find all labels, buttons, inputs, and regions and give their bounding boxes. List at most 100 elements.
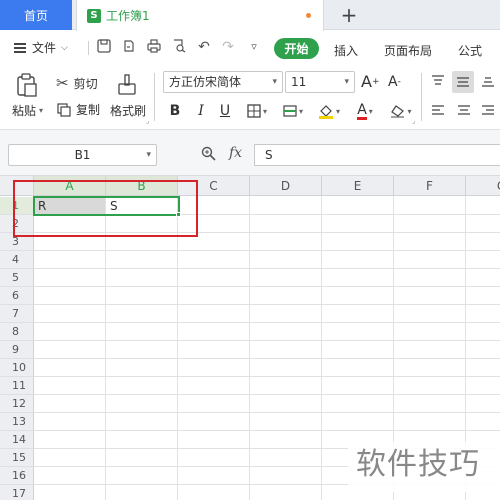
row-header-5[interactable]: 5 [0,269,34,287]
menu-bar: 文件 ⌵ ↶ ↷ ▿ 开始 插入 页面布局 公式 [0,31,500,65]
divider [88,41,89,55]
paint-bucket-icon [318,105,333,119]
align-bottom-button[interactable] [482,75,494,87]
column-gridline [249,196,250,500]
row-header-14[interactable]: 14 [0,431,34,449]
row-header-17[interactable]: 17 [0,485,34,500]
format-painter-icon[interactable] [117,74,137,96]
align-middle-button[interactable] [452,71,474,93]
align-right-button[interactable] [482,105,494,117]
divider [154,73,155,121]
paste-button[interactable]: 粘贴 ▾ [12,102,43,119]
fill-color-button[interactable]: ▾ [316,101,342,121]
column-header-f[interactable]: F [394,176,466,196]
grow-font-button[interactable]: A + [361,72,380,91]
file-menu[interactable]: 文件 ⌵ [14,39,68,56]
spreadsheet-icon: S [87,8,101,23]
font-name-value: 方正仿宋简体 [169,75,242,89]
align-top-icon [432,75,444,85]
row-header-16[interactable]: 16 [0,467,34,485]
row-gridline [34,322,500,323]
cut-label: 剪切 [73,76,98,91]
file-menu-label: 文件 [32,41,57,55]
row-header-8[interactable]: 8 [0,323,34,341]
formula-bar: B1 ▾ fx S [0,130,500,176]
copy-button[interactable]: 复制 [57,101,100,118]
insert-function-button[interactable]: fx [229,145,242,161]
export-icon[interactable] [121,39,137,55]
copy-label: 复制 [76,103,101,117]
fill-pattern-button[interactable]: ▾ [280,101,306,121]
clear-format-button[interactable]: ▾ [388,101,414,121]
align-center-icon [458,105,470,115]
row-gridline [34,412,500,413]
row-header-9[interactable]: 9 [0,341,34,359]
row-header-11[interactable]: 11 [0,377,34,395]
tab-page-layout[interactable]: 页面布局 [384,42,432,59]
chevron-down-icon: ▾ [146,150,151,160]
print-icon[interactable] [146,39,162,55]
highlight-annotation [13,180,198,237]
underline-button[interactable]: U [218,101,232,121]
print-preview-icon[interactable] [171,39,187,55]
align-top-button[interactable] [432,75,444,87]
row-header-12[interactable]: 12 [0,395,34,413]
font-size-select[interactable]: 11 ▾ [285,71,355,93]
new-tab-button[interactable]: + [338,3,360,27]
undo-icon[interactable]: ↶ [196,39,212,55]
quick-access-dropdown-icon[interactable]: ▿ [246,39,262,55]
tab-home[interactable]: 首页 [0,0,72,30]
shrink-font-button[interactable]: A- [388,74,401,90]
align-left-button[interactable] [432,105,444,117]
row-gridline [34,358,500,359]
tab-workbook[interactable]: S 工作簿1 [76,0,324,31]
copy-icon [57,102,71,117]
font-color-button[interactable]: A ▾ [352,101,378,121]
column-header-g[interactable]: G [466,176,500,196]
row-header-4[interactable]: 4 [0,251,34,269]
border-button[interactable]: ▾ [244,101,270,121]
chevron-down-icon: ▾ [39,106,44,115]
row-header-7[interactable]: 7 [0,305,34,323]
row-header-15[interactable]: 15 [0,449,34,467]
align-bottom-icon [482,77,494,87]
row-gridline [34,340,500,341]
tab-start[interactable]: 开始 [274,38,319,59]
row-header-10[interactable]: 10 [0,359,34,377]
format-painter-button[interactable]: 格式刷 [110,102,146,119]
name-box-value: B1 [74,148,91,162]
cut-button[interactable]: ✂ 剪切 [56,74,98,92]
clipboard-dialog-launcher[interactable]: ⌟ [146,117,149,125]
font-dialog-launcher[interactable]: ⌟ [412,117,415,125]
column-header-d[interactable]: D [250,176,322,196]
workbook-title: 工作簿1 [106,9,150,23]
tab-insert[interactable]: 插入 [334,42,358,59]
italic-button[interactable]: I [194,101,208,121]
align-left-icon [432,105,444,115]
font-color-letter: A [357,101,367,120]
align-right-icon [482,105,494,115]
chevron-down-icon: ▾ [344,77,349,87]
grow-font-label: A [361,72,372,91]
paste-icon[interactable] [16,73,38,97]
formula-input[interactable]: S [254,144,500,166]
bold-button[interactable]: B [167,101,183,121]
name-box[interactable]: B1 ▾ [8,144,157,166]
zoom-icon[interactable] [201,146,216,165]
tab-formulas[interactable]: 公式 [458,42,482,59]
row-header-6[interactable]: 6 [0,287,34,305]
save-icon[interactable] [96,39,112,55]
shrink-font-label: A [388,74,398,90]
row-gridline [34,250,500,251]
cell-style-icon [283,105,297,117]
font-name-select[interactable]: 方正仿宋简体 ▾ [163,71,283,93]
align-center-button[interactable] [458,105,470,117]
paste-label: 粘贴 [12,104,37,118]
tab-bar: 首页 S 工作簿1 + [0,0,500,31]
row-gridline [34,376,500,377]
column-header-e[interactable]: E [322,176,394,196]
row-header-13[interactable]: 13 [0,413,34,431]
redo-icon[interactable]: ↷ [220,39,236,55]
font-size-value: 11 [291,75,307,89]
row-gridline [34,268,500,269]
